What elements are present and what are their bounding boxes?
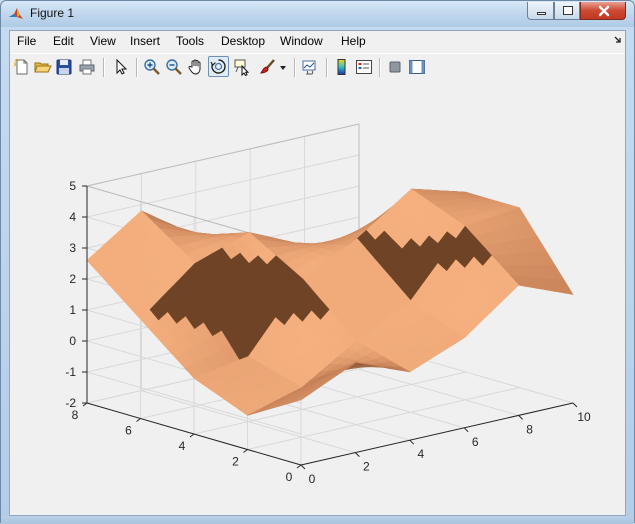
y-tick-mark xyxy=(189,433,195,438)
link-plot-button[interactable] xyxy=(301,58,319,76)
print-figure-button[interactable] xyxy=(78,58,96,76)
close-icon xyxy=(598,5,610,17)
toolbar-separator xyxy=(294,58,295,77)
y-tick-label: 0 xyxy=(286,470,293,484)
toolbar-separator xyxy=(136,58,137,77)
menu-tools[interactable]: Tools xyxy=(176,34,204,48)
y-tick-label: 2 xyxy=(232,455,239,469)
menu-help[interactable]: Help xyxy=(341,34,366,48)
figure-client-area: File Edit View Insert Tools Desktop Wind… xyxy=(9,30,626,516)
menu-desktop[interactable]: Desktop xyxy=(221,34,265,48)
open-file-button[interactable] xyxy=(34,58,52,76)
hide-plot-tools-button[interactable] xyxy=(386,58,404,76)
brush-button[interactable] xyxy=(259,58,277,76)
x-tick-label: 4 xyxy=(417,447,424,461)
rotate-3d-button[interactable] xyxy=(208,56,229,77)
menu-edit[interactable]: Edit xyxy=(53,34,74,48)
edit-plot-button[interactable] xyxy=(112,58,130,76)
x-tick-mark xyxy=(572,402,578,408)
x-tick-mark xyxy=(355,452,360,457)
hide-tools-icon xyxy=(389,61,401,73)
show-plot-tools-button[interactable] xyxy=(408,58,426,76)
data-cursor-button[interactable] xyxy=(233,58,251,77)
y-tick-label: 8 xyxy=(72,408,79,422)
x-tick-mark xyxy=(409,439,415,445)
minimize-icon xyxy=(537,12,546,15)
z-tick-label: 2 xyxy=(69,272,76,286)
rotate-icon xyxy=(210,59,226,74)
close-button[interactable] xyxy=(580,2,626,20)
zoom-out-icon xyxy=(166,59,182,75)
toolbar-separator xyxy=(103,58,104,77)
menu-window[interactable]: Window xyxy=(280,34,323,48)
z-tick-label: 4 xyxy=(69,210,76,224)
x-tick-label: 6 xyxy=(472,435,479,449)
surface-plot-axes[interactable]: 024681002468-2-1012345 xyxy=(10,81,625,515)
menu-bar: File Edit View Insert Tools Desktop Wind… xyxy=(10,31,625,52)
insert-colorbar-button[interactable] xyxy=(333,58,351,76)
toolbar-separator xyxy=(326,58,327,77)
folder-open-icon xyxy=(34,62,52,73)
z-tick-label: 1 xyxy=(69,303,76,317)
printer-icon xyxy=(79,59,95,75)
grid-line xyxy=(86,154,360,218)
maximize-button[interactable] xyxy=(554,2,580,20)
y-tick-mark xyxy=(136,418,141,422)
link-plot-icon xyxy=(302,60,316,75)
toolbar-separator xyxy=(379,58,380,77)
x-tick-label: 2 xyxy=(363,460,370,474)
arrow-pointer-icon xyxy=(116,58,128,75)
insert-legend-button[interactable] xyxy=(355,58,373,76)
data-cursor-icon xyxy=(234,59,250,77)
figure-toolbar xyxy=(10,53,625,82)
pan-button[interactable] xyxy=(187,58,205,76)
zoom-in-button[interactable] xyxy=(143,58,161,76)
legend-icon xyxy=(356,60,372,74)
z-tick-label: 0 xyxy=(69,334,76,348)
y-tick-label: 6 xyxy=(125,424,132,438)
dock-figure-icon[interactable] xyxy=(614,36,622,44)
save-figure-button[interactable] xyxy=(55,58,73,76)
hand-icon xyxy=(188,59,201,75)
z-tick-label: -2 xyxy=(65,396,76,410)
axes-box-edge xyxy=(86,123,360,187)
maximize-icon xyxy=(563,6,573,15)
menu-insert[interactable]: Insert xyxy=(130,34,160,48)
x-tick-label: 0 xyxy=(309,472,316,486)
y-tick-label: 4 xyxy=(179,439,186,453)
floppy-disk-icon xyxy=(56,59,72,75)
z-tick-label: 5 xyxy=(69,179,76,193)
x-tick-mark xyxy=(300,464,306,470)
new-file-icon xyxy=(13,58,28,75)
menu-view[interactable]: View xyxy=(90,34,116,48)
x-tick-label: 8 xyxy=(526,422,533,436)
show-tools-icon xyxy=(409,60,425,74)
colorbar-icon xyxy=(337,59,346,75)
x-tick-label: 10 xyxy=(577,410,591,424)
brush-dropdown-icon[interactable] xyxy=(280,66,287,71)
z-tick-label: 3 xyxy=(69,241,76,255)
z-tick-label: -1 xyxy=(65,365,76,379)
x-tick-mark xyxy=(463,427,469,433)
y-tick-mark xyxy=(243,449,248,453)
zoom-out-button[interactable] xyxy=(165,58,183,76)
window-title: Figure 1 xyxy=(30,6,75,20)
minimize-button[interactable] xyxy=(527,2,554,20)
figure-window: Figure 1 File Edit View Insert Tools Des… xyxy=(0,0,635,524)
x-tick-mark xyxy=(518,415,523,420)
title-bar[interactable]: Figure 1 xyxy=(1,1,634,27)
brush-icon xyxy=(260,59,275,74)
y-tick-mark xyxy=(296,464,302,469)
matlab-logo-icon xyxy=(9,8,23,19)
new-figure-button[interactable] xyxy=(13,58,31,76)
figure-canvas[interactable]: 0 2 4 6 8 10 0 2 4 6 8 -2 -1 0 1 2 3 4 5 xyxy=(10,81,625,515)
zoom-in-icon xyxy=(144,59,160,75)
menu-file[interactable]: File xyxy=(17,34,36,48)
